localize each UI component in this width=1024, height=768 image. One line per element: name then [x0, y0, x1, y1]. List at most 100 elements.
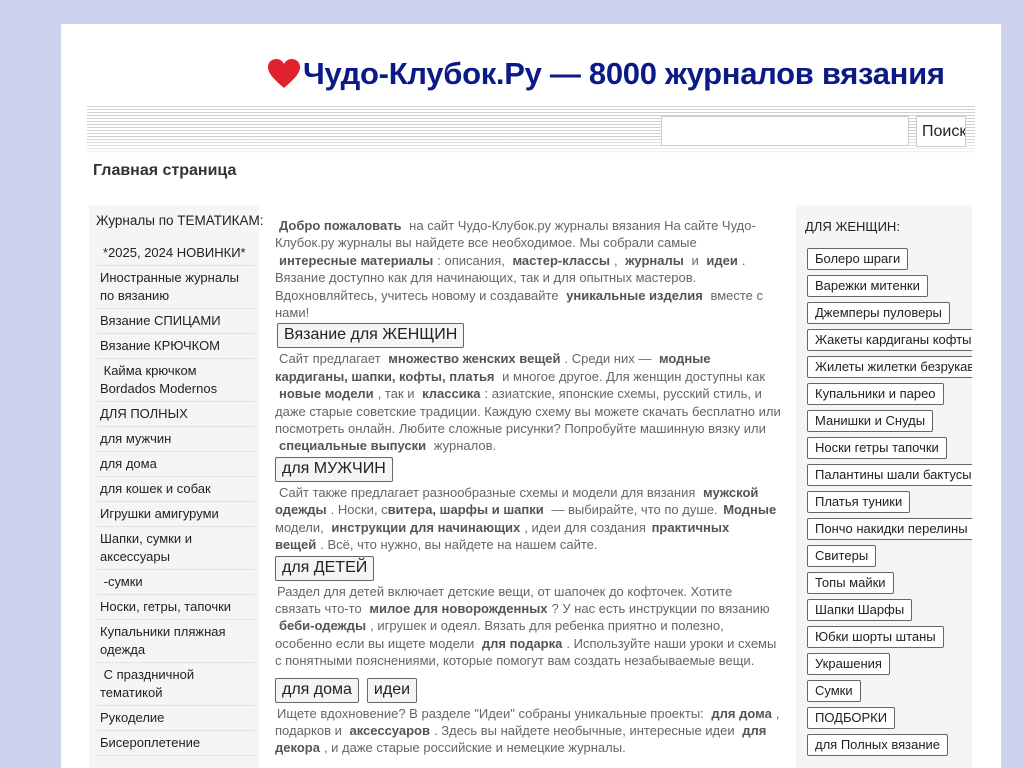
left-menu-item[interactable]: С праздничной тематикой [97, 663, 255, 706]
women-section-row: Вязание для ЖЕНЩИН [275, 321, 781, 350]
left-menu-item[interactable]: Купальники пляжная одежда [97, 620, 255, 663]
kids-section-row: для ДЕТЕЙ [275, 554, 781, 583]
welcome-paragraph: Добро пожаловать на сайт Чудо-Клубок.ру … [275, 217, 781, 321]
category-tag[interactable]: Купальники и парео [807, 383, 944, 405]
kids-paragraph: Раздел для детей включает детские вещи, … [275, 583, 781, 670]
left-menu-item[interactable]: Иностранные журналы по вязанию [97, 266, 255, 309]
bold-text: Модные [723, 502, 777, 518]
bold-text: интересные материалы [279, 252, 434, 268]
category-tag[interactable]: для Полных вязание [807, 734, 948, 756]
bold-text: беби-одежды [279, 618, 367, 634]
bold-text: классика [422, 386, 481, 402]
men-section-button[interactable]: для МУЖЧИН [275, 456, 393, 482]
left-menu-item[interactable]: Рукоделие [97, 706, 255, 731]
category-tag[interactable]: Носки гетры тапочки [807, 437, 947, 459]
left-menu-item[interactable]: Кайма крючком Bordados Modernos [97, 359, 255, 402]
home-ideas-row: для дома идеи [275, 676, 781, 705]
text: , [613, 252, 622, 268]
bold-text: идеи [706, 252, 738, 268]
category-tag[interactable]: Свитеры [807, 545, 877, 567]
category-tag[interactable]: Палантины шали бактусы [807, 464, 972, 486]
men-paragraph: Сайт также предлагает разнообразные схем… [275, 484, 781, 554]
heart-icon [267, 58, 301, 90]
category-tag[interactable]: Манишки и Снуды [807, 410, 934, 432]
bold-text: журналы [625, 252, 684, 268]
bold-text: для дома [711, 705, 772, 721]
text: , и даже старые российские и немецкие жу… [323, 740, 626, 756]
left-menu-item[interactable]: для кошек и собак [97, 477, 255, 502]
bold-text: множество женских вещей [388, 351, 561, 367]
text: ? У нас есть инструкции по вязанию [551, 600, 770, 616]
right-sidebar-title: ДЛЯ ЖЕНЩИН: [805, 219, 900, 234]
text: и [687, 252, 703, 268]
ideas-section-button[interactable]: идеи [366, 677, 418, 703]
category-tag[interactable]: Украшения [807, 653, 890, 675]
women-section-button[interactable]: Вязание для ЖЕНЩИН [277, 323, 465, 349]
text: Сайт предлагает [279, 351, 385, 367]
left-menu-item[interactable]: -сумки [97, 570, 255, 595]
left-menu-item[interactable]: Бисероплетение [97, 731, 255, 756]
category-tag[interactable]: Жилеты жилетки безрукавки [807, 356, 972, 378]
text: . Здесь вы найдете необычные, интересные… [433, 722, 739, 738]
bold-text: специальные выпуски [279, 438, 427, 454]
search-button[interactable]: Поиск [916, 116, 966, 147]
men-section-row: для МУЖЧИН [275, 455, 781, 484]
bold-text: инструкции для начинающих [331, 519, 521, 535]
text: . Носки, с [330, 502, 388, 518]
left-menu-item[interactable]: для дома [97, 452, 255, 477]
category-tag[interactable]: Сумки [807, 680, 861, 702]
left-sidebar: Журналы по ТЕМАТИКАМ: *2025, 2024 НОВИНК… [89, 205, 264, 768]
site-title-text: Чудо-Клубок.Ру — 8000 журналов вязания [303, 56, 945, 91]
left-menu-item[interactable]: Игрушки амигуруми [97, 502, 255, 527]
category-tag[interactable]: Варежки митенки [807, 275, 928, 297]
category-tag[interactable]: Платья туники [807, 491, 911, 513]
category-tag[interactable]: Пончо накидки перелины [807, 518, 972, 540]
ideas-paragraph: Ищете вдохновение? В разделе "Идеи" собр… [275, 705, 781, 757]
home-section-button[interactable]: для дома [275, 677, 359, 703]
category-tag[interactable]: Джемперы пуловеры [807, 302, 950, 324]
bold-text: мастер-классы [512, 252, 610, 268]
bold-text: аксессуаров [349, 722, 430, 738]
left-menu-item[interactable]: ДЛЯ ПОЛНЫХ [97, 402, 255, 427]
text: Ищете вдохновение? В разделе "Идеи" собр… [277, 705, 708, 721]
text: , идеи для создания [524, 519, 650, 535]
category-tag[interactable]: Юбки шорты штаны [807, 626, 944, 648]
bold-text: новые модели [279, 386, 374, 402]
left-menu: *2025, 2024 НОВИНКИ* Иностранные журналы… [97, 241, 255, 756]
category-tag[interactable]: Топы майки [807, 572, 894, 594]
category-tag[interactable]: Шапки Шарфы [807, 599, 913, 621]
bold-text: витера, шарфы и шапки [387, 502, 544, 518]
site-title[interactable]: Чудо-Клубок.Ру — 8000 журналов вязания [267, 52, 945, 96]
breadcrumb: Главная страница [93, 162, 237, 179]
bold-text: для подарка [481, 635, 563, 651]
women-paragraph: Сайт предлагает множество женских вещей.… [275, 350, 781, 454]
heart-shape [268, 59, 300, 88]
text: — выбирайте, что по душе. [547, 502, 722, 518]
text: Сайт также предлагает разнообразные схем… [279, 484, 699, 500]
bold-text: милое для новорожденных [369, 600, 548, 616]
text: . Всё, что нужно, вы найдете на нашем са… [320, 537, 598, 553]
right-sidebar: ДЛЯ ЖЕНЩИН: Болеро шраги Варежки митенки… [796, 205, 972, 768]
bold-text: Добро пожаловать [279, 218, 402, 233]
bold-text: уникальные изделия [566, 287, 703, 303]
text: модели, [275, 519, 328, 535]
category-tag[interactable]: ПОДБОРКИ [807, 707, 896, 729]
search-input[interactable] [661, 116, 909, 146]
left-menu-item[interactable]: Вязание КРЮЧКОМ [97, 334, 255, 359]
page: Чудо-Клубок.Ру — 8000 журналов вязания П… [61, 24, 1001, 768]
left-menu-item[interactable]: Шапки, сумки и аксессуары [97, 527, 255, 570]
text: журналов. [430, 438, 497, 454]
category-tag[interactable]: Болеро шраги [807, 248, 909, 270]
text: , так и [377, 386, 419, 402]
left-menu-item[interactable]: Вязание СПИЦАМИ [97, 309, 255, 334]
text: . Среди них — [564, 351, 655, 367]
kids-section-button[interactable]: для ДЕТЕЙ [275, 555, 375, 581]
search-band: Поиск [87, 106, 975, 158]
category-tag[interactable]: Жакеты кардиганы кофты на пуговицах [807, 329, 972, 351]
left-menu-item[interactable]: Носки, гетры, тапочки [97, 595, 255, 620]
left-menu-item[interactable]: для мужчин [97, 427, 255, 452]
text: : описания, [437, 252, 509, 268]
left-sidebar-title: Журналы по ТЕМАТИКАМ: [96, 213, 264, 228]
left-menu-item[interactable]: *2025, 2024 НОВИНКИ* [97, 241, 255, 266]
text: и многое другое. Для женщин доступны как [498, 368, 766, 384]
